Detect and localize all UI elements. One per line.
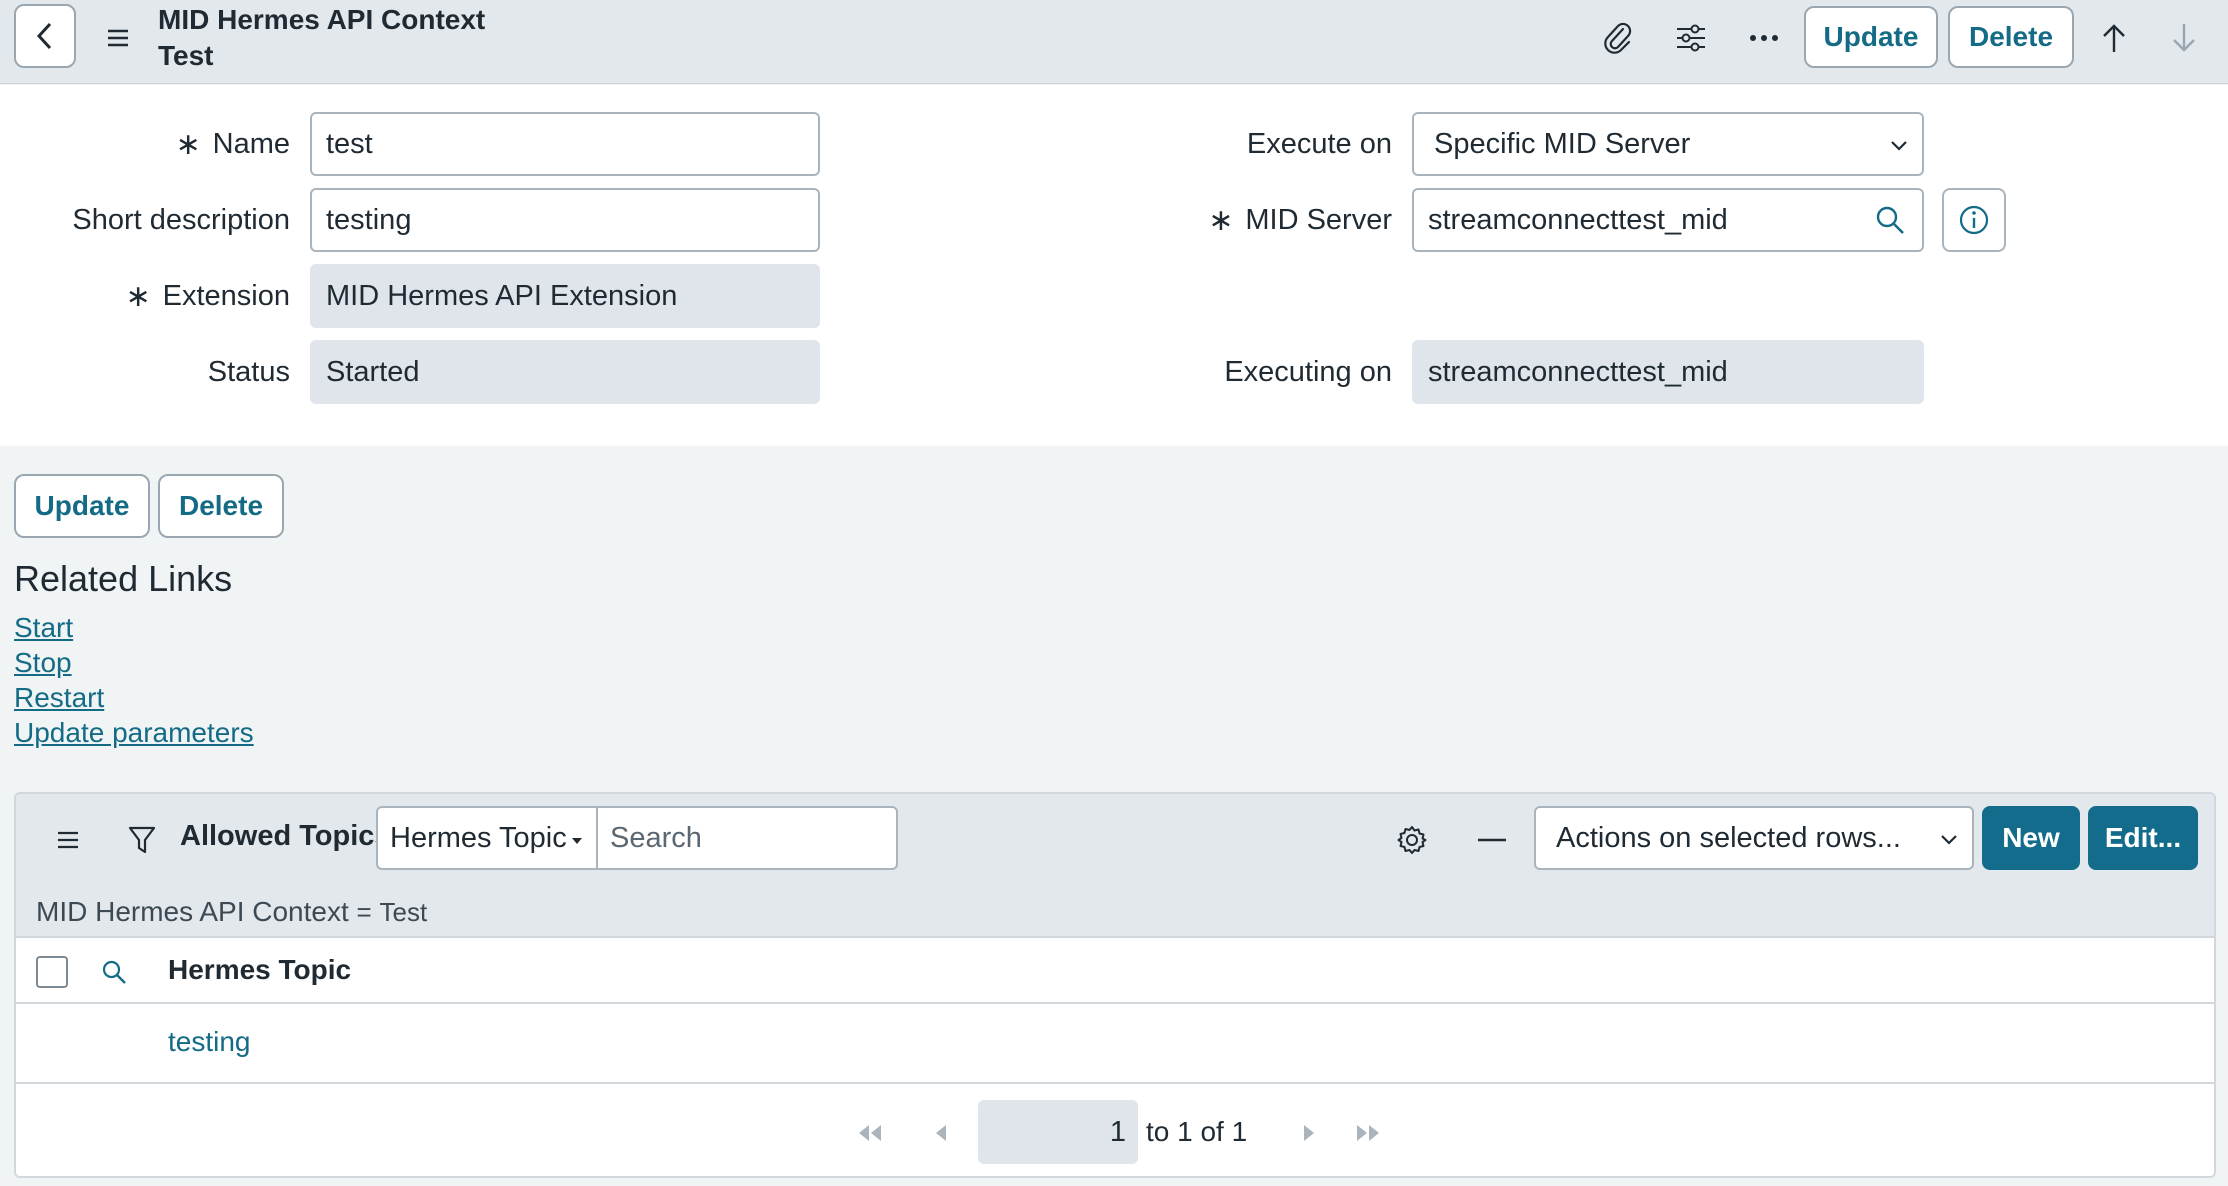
page-number-input[interactable]: 1 [978, 1100, 1138, 1164]
form-title-table: MID Hermes API Context [158, 4, 486, 35]
delete-button[interactable]: Delete [158, 474, 284, 538]
paperclip-icon[interactable] [1594, 14, 1642, 62]
short-description-field[interactable]: testing [310, 188, 820, 252]
restart-link[interactable]: Restart [14, 682, 104, 714]
update-button[interactable]: Update [14, 474, 150, 538]
header-update-button[interactable]: Update [1804, 6, 1938, 68]
pagination: 1 to 1 of 1 [16, 1086, 2214, 1176]
table-row: testing [16, 1006, 2214, 1084]
filter-icon[interactable] [124, 822, 160, 858]
edit-button[interactable]: Edit... [2088, 806, 2198, 870]
mid-server-label: ∗ MID Server [1208, 203, 1392, 237]
form-title-record: Test [158, 40, 214, 71]
collapse-icon[interactable] [1472, 820, 1512, 860]
info-icon [1959, 205, 1989, 235]
column-search-icon[interactable] [98, 956, 130, 988]
extension-label: ∗ Extension [125, 279, 291, 313]
chevron-down-icon [1941, 835, 1957, 845]
allowed-topics-list: Allowed Topics Hermes Topic Search Actio… [14, 792, 2216, 1178]
execute-on-select[interactable]: Specific MID Server [1412, 112, 1924, 176]
related-links-title: Related Links [14, 558, 233, 599]
required-indicator: ∗ [125, 279, 151, 313]
search-icon [1876, 206, 1904, 234]
required-indicator: ∗ [1208, 203, 1234, 237]
page-count-text: to 1 of 1 [1146, 1116, 1248, 1147]
execute-on-value: Specific MID Server [1434, 127, 1691, 160]
mid-server-field[interactable]: streamconnecttest_mid [1412, 188, 1860, 252]
list-title: Allowed Topics [180, 820, 391, 852]
status-label: Status [207, 355, 290, 388]
arrow-down-icon [2160, 14, 2208, 62]
next-page-icon [1294, 1118, 1324, 1148]
menu-icon[interactable] [100, 20, 136, 56]
prev-page-icon [926, 1118, 956, 1148]
filter-condition: MID Hermes API Context = Test [36, 896, 427, 928]
name-field[interactable]: test [310, 112, 820, 176]
list-toolbar: Allowed Topics Hermes Topic Search Actio… [16, 794, 2214, 886]
mid-server-lookup-button[interactable] [1858, 188, 1924, 252]
filter-operator: = [356, 897, 372, 927]
update-parameters-link[interactable]: Update parameters [14, 717, 254, 749]
hermes-topic-column-header[interactable]: Hermes Topic [168, 954, 351, 986]
list-menu-icon[interactable] [50, 824, 86, 856]
extension-field: MID Hermes API Extension [310, 264, 820, 328]
filter-breadcrumb: MID Hermes API Context = Test [16, 886, 2214, 938]
filter-field[interactable]: MID Hermes API Context [36, 896, 349, 927]
hermes-topic-link[interactable]: testing [168, 1026, 251, 1058]
more-options-icon[interactable] [1740, 14, 1788, 62]
stop-link[interactable]: Stop [14, 647, 72, 679]
chevron-left-icon [36, 22, 52, 50]
mid-server-info-button[interactable] [1942, 188, 2006, 252]
form-header: MID Hermes API Context Test Update Delet… [0, 0, 2228, 84]
actions-select[interactable]: Actions on selected rows... [1534, 806, 1974, 870]
required-indicator: ∗ [175, 127, 201, 161]
short-description-label: Short description [72, 203, 290, 236]
chevron-down-icon [1891, 141, 1907, 151]
status-field: Started [310, 340, 820, 404]
gear-icon[interactable] [1392, 820, 1432, 860]
back-button[interactable] [14, 4, 76, 68]
name-label: ∗ Name [175, 127, 291, 161]
search-field-value: Hermes Topic [390, 821, 567, 854]
column-header-row: Hermes Topic [16, 940, 2214, 1004]
new-button[interactable]: New [1982, 806, 2080, 870]
actions-select-value: Actions on selected rows... [1556, 821, 1901, 854]
arrow-up-icon[interactable] [2090, 14, 2138, 62]
execute-on-label: Execute on [1246, 127, 1392, 160]
select-all-checkbox[interactable] [36, 956, 68, 988]
filter-value[interactable]: Test [380, 897, 428, 927]
settings-sliders-icon[interactable] [1667, 14, 1715, 62]
executing-on-field: streamconnecttest_mid [1412, 340, 1924, 404]
executing-on-label: Executing on [1224, 355, 1392, 388]
search-field-select[interactable]: Hermes Topic [376, 806, 598, 870]
caret-down-icon [572, 838, 582, 844]
first-page-icon [852, 1118, 888, 1148]
list-search-input[interactable]: Search [598, 806, 898, 870]
last-page-icon [1350, 1118, 1386, 1148]
header-delete-button[interactable]: Delete [1948, 6, 2074, 68]
start-link[interactable]: Start [14, 612, 73, 644]
